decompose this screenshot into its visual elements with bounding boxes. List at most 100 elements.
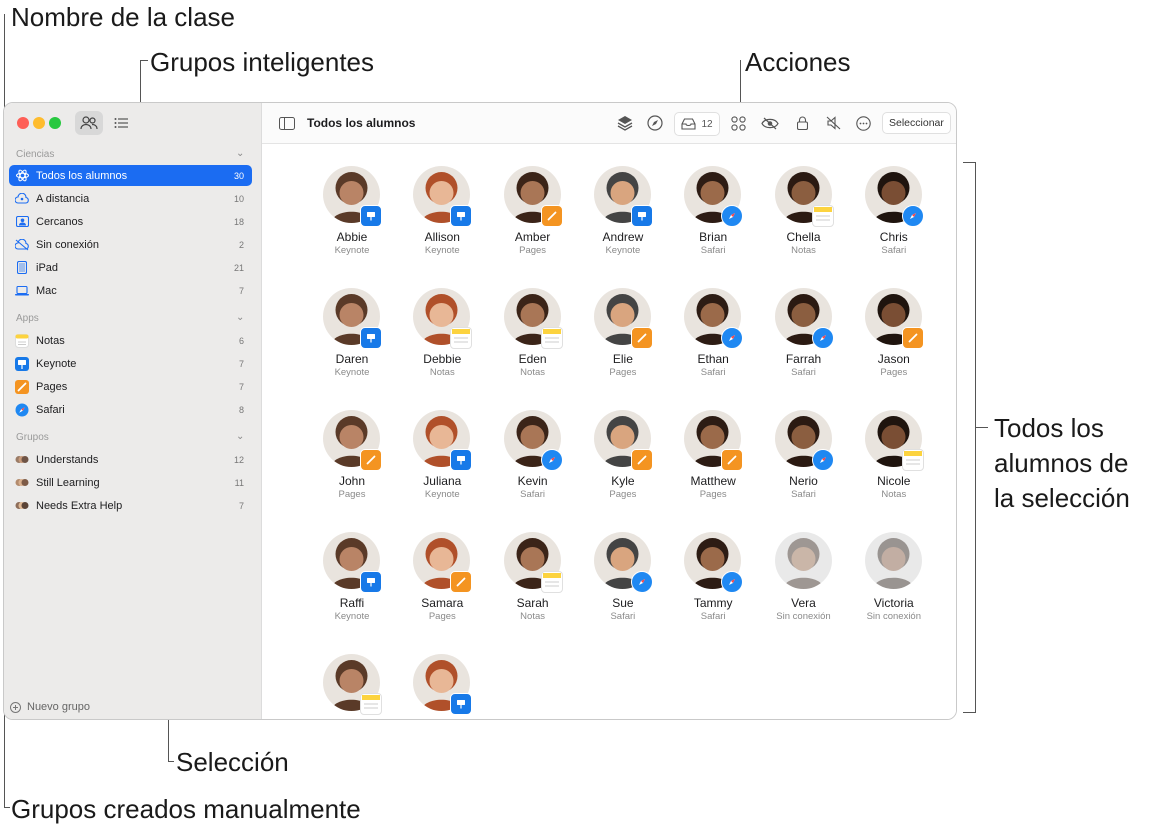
student-tile[interactable]: Farrah Safari bbox=[759, 266, 849, 381]
student-app: Keynote bbox=[334, 611, 370, 622]
student-tile[interactable]: Brian Safari bbox=[668, 144, 758, 259]
student-tile[interactable]: Chris Safari bbox=[849, 144, 939, 259]
student-app: Safari bbox=[520, 489, 545, 500]
sidebar-item-notas[interactable]: Notas 6 bbox=[9, 330, 252, 351]
student-tile[interactable]: Nerio Safari bbox=[759, 388, 849, 503]
group-icon bbox=[15, 499, 29, 513]
sidebar-item-label: Understands bbox=[36, 453, 99, 466]
pages-badge-icon bbox=[901, 327, 924, 349]
student-tile[interactable]: Kevin Safari bbox=[488, 388, 578, 503]
sidebar-item-needs-extra-help[interactable]: Needs Extra Help 7 bbox=[9, 495, 252, 516]
offline-icon bbox=[15, 238, 29, 252]
pages-badge-icon bbox=[540, 205, 563, 227]
sidebar-item-understands[interactable]: Understands 12 bbox=[9, 449, 252, 470]
sidebar-item-label: Cercanos bbox=[36, 215, 84, 228]
student-tile[interactable]: Elie Pages bbox=[578, 266, 668, 381]
student-tile[interactable]: Chella Notas bbox=[759, 144, 849, 259]
student-name: Chella bbox=[786, 230, 821, 244]
student-tile[interactable]: Kyle Pages bbox=[578, 388, 668, 503]
sidebar-item-keynote[interactable]: Keynote 7 bbox=[9, 353, 252, 374]
student-tile[interactable]: Jason Pages bbox=[849, 266, 939, 381]
callout-line bbox=[740, 60, 741, 105]
student-tile[interactable]: Sarah Notas bbox=[488, 510, 578, 625]
group-button[interactable] bbox=[727, 112, 749, 134]
safari-badge-icon bbox=[540, 449, 563, 471]
minimize-window-button[interactable] bbox=[33, 117, 45, 129]
student-tile[interactable]: Sue Safari bbox=[578, 510, 668, 625]
sidebar-item-count: 18 bbox=[233, 216, 244, 227]
keynote-badge-icon bbox=[630, 205, 653, 227]
student-tile[interactable] bbox=[307, 632, 397, 719]
student-tile[interactable]: Amber Pages bbox=[488, 144, 578, 259]
sidebar-item-label: A distancia bbox=[36, 192, 90, 205]
student-tile[interactable]: Nicole Notas bbox=[849, 388, 939, 503]
student-grid: Abbie Keynote Allison Keynote Amber Pages Andr… bbox=[262, 144, 956, 719]
inbox-button[interactable]: 12 bbox=[674, 112, 720, 136]
student-tile[interactable]: Matthew Pages bbox=[668, 388, 758, 503]
layers-icon bbox=[617, 116, 633, 131]
sidebar-item-todos-los-alumnos[interactable]: Todos los alumnos 30 bbox=[9, 165, 252, 186]
hide-button[interactable] bbox=[758, 112, 782, 134]
student-tile[interactable]: Vera Sin conexión bbox=[759, 510, 849, 625]
safari-badge-icon bbox=[811, 449, 834, 471]
student-tile[interactable]: Raffi Keynote bbox=[307, 510, 397, 625]
student-tile[interactable] bbox=[397, 632, 487, 719]
sidebar-item-label: Sin conexión bbox=[36, 238, 99, 251]
callout-all-students-2: alumnos de bbox=[994, 448, 1129, 478]
student-tile[interactable]: Ethan Safari bbox=[668, 266, 758, 381]
open-app-button[interactable] bbox=[614, 112, 636, 134]
student-tile[interactable]: Debbie Notas bbox=[397, 266, 487, 381]
student-tile[interactable]: John Pages bbox=[307, 388, 397, 503]
lock-button[interactable] bbox=[792, 112, 812, 134]
student-name: Nicole bbox=[877, 474, 911, 488]
student-name: Kevin bbox=[517, 474, 548, 488]
sidebar-item-safari[interactable]: Safari 8 bbox=[9, 399, 252, 420]
pages-badge-icon bbox=[721, 449, 744, 471]
chevron-down-icon[interactable]: ⌄ bbox=[236, 431, 244, 442]
navigate-button[interactable] bbox=[644, 112, 666, 134]
groups-header: Grupos bbox=[16, 432, 49, 443]
close-window-button[interactable] bbox=[17, 117, 29, 129]
callout-line bbox=[975, 162, 976, 712]
keynote-badge-icon bbox=[360, 571, 382, 593]
select-button[interactable]: Seleccionar bbox=[882, 112, 951, 134]
callout-line bbox=[963, 712, 976, 713]
classroom-window: Ciencias ⌄ Todos los alumnos 30 A distan… bbox=[3, 102, 957, 720]
student-tile[interactable]: Victoria Sin conexión bbox=[849, 510, 939, 625]
student-tile[interactable]: Tammy Safari bbox=[668, 510, 758, 625]
sidebar-item-a-distancia[interactable]: A distancia 10 bbox=[9, 188, 252, 209]
student-app: Safari bbox=[610, 611, 636, 622]
student-app: Safari bbox=[700, 611, 726, 622]
sidebar-item-ipad[interactable]: iPad 21 bbox=[9, 257, 252, 278]
student-app: Keynote bbox=[424, 245, 460, 256]
mute-button[interactable] bbox=[822, 112, 844, 134]
sidebar-item-mac[interactable]: Mac 7 bbox=[9, 280, 252, 301]
student-name: Nerio bbox=[789, 474, 818, 488]
chevron-down-icon[interactable]: ⌄ bbox=[236, 148, 244, 159]
sidebar-item-sin-conexion[interactable]: Sin conexión 2 bbox=[9, 234, 252, 255]
mac-icon bbox=[15, 284, 29, 298]
student-app: Pages bbox=[338, 489, 366, 500]
chevron-down-icon[interactable]: ⌄ bbox=[236, 312, 244, 323]
new-group-button[interactable]: Nuevo grupo bbox=[10, 701, 90, 713]
sidebar-item-cercanos[interactable]: Cercanos 18 bbox=[9, 211, 252, 232]
student-tile[interactable]: Juliana Keynote bbox=[397, 388, 487, 503]
student-tile[interactable]: Allison Keynote bbox=[397, 144, 487, 259]
student-tile[interactable]: Samara Pages bbox=[397, 510, 487, 625]
more-button[interactable] bbox=[852, 112, 874, 134]
student-tile[interactable]: Andrew Keynote bbox=[578, 144, 668, 259]
student-tile[interactable]: Eden Notas bbox=[488, 266, 578, 381]
sidebar-toggle-button[interactable] bbox=[277, 112, 297, 134]
sidebar-item-count: 7 bbox=[238, 500, 244, 511]
callout-smart-groups: Grupos inteligentes bbox=[150, 47, 375, 77]
student-tile[interactable]: Abbie Keynote bbox=[307, 144, 397, 259]
students-view-button[interactable] bbox=[75, 111, 103, 135]
sidebar-item-pages[interactable]: Pages 7 bbox=[9, 376, 252, 397]
student-app: Safari bbox=[700, 367, 726, 378]
student-app: Safari bbox=[791, 489, 816, 500]
list-view-button[interactable] bbox=[107, 111, 135, 135]
student-tile[interactable]: Daren Keynote bbox=[307, 266, 397, 381]
zoom-window-button[interactable] bbox=[49, 117, 61, 129]
new-group-label: Nuevo grupo bbox=[27, 701, 90, 713]
sidebar-item-still-learning[interactable]: Still Learning 11 bbox=[9, 472, 252, 493]
